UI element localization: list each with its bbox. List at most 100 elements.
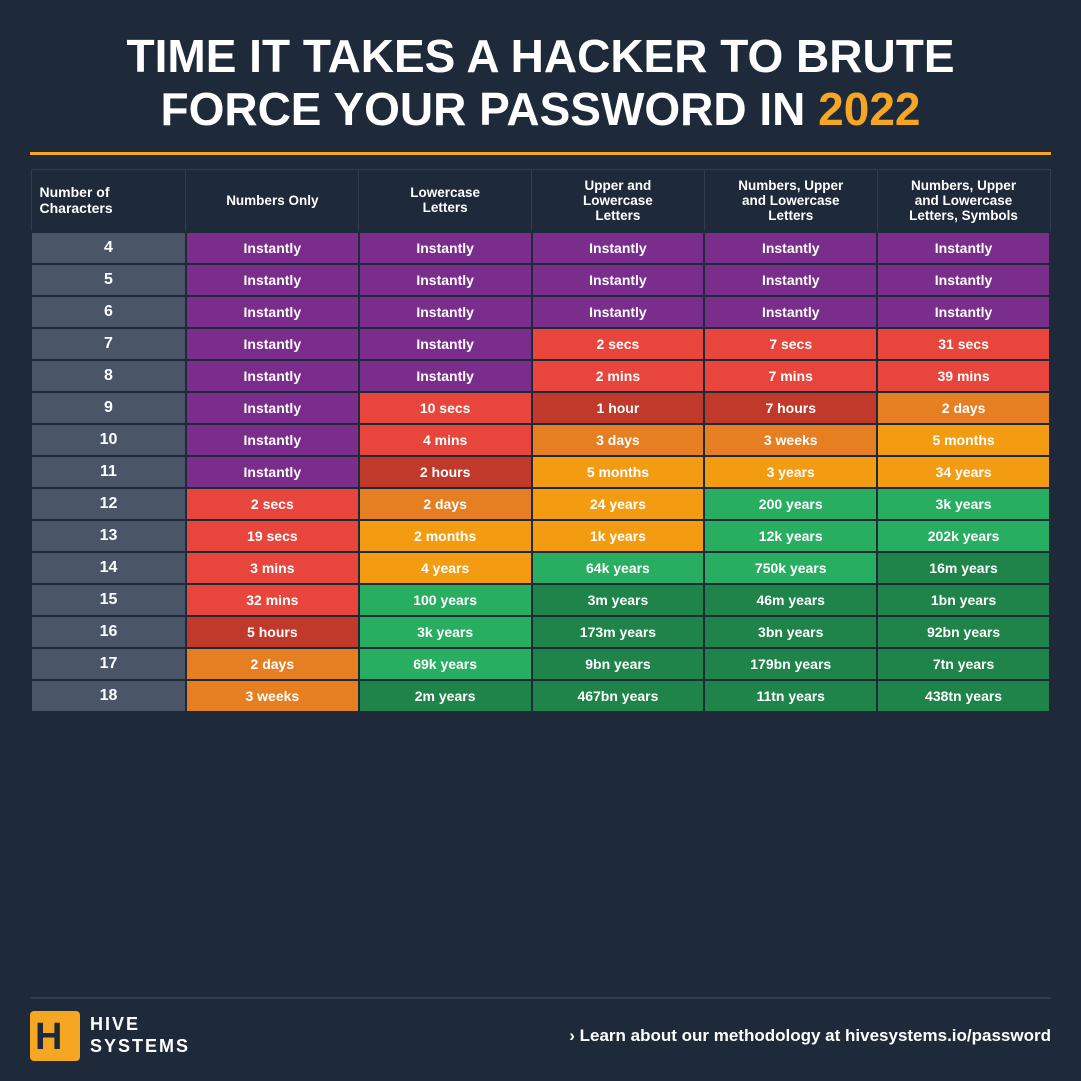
data-cell: Instantly (186, 232, 359, 264)
data-cell: 2 days (877, 392, 1050, 424)
data-cell: 3m years (532, 584, 705, 616)
data-cell: 2 days (186, 648, 359, 680)
data-cell: Instantly (359, 296, 532, 328)
data-cell: 3bn years (704, 616, 877, 648)
data-cell: 4 mins (359, 424, 532, 456)
data-cell: 31 secs (877, 328, 1050, 360)
char-cell: 5 (31, 264, 186, 296)
data-cell: 2 secs (186, 488, 359, 520)
data-cell: 1k years (532, 520, 705, 552)
data-cell: 3k years (359, 616, 532, 648)
title-underline (30, 152, 1051, 155)
data-cell: 3 years (704, 456, 877, 488)
char-cell: 12 (31, 488, 186, 520)
data-cell: 4 years (359, 552, 532, 584)
char-cell: 15 (31, 584, 186, 616)
data-cell: 200 years (704, 488, 877, 520)
footer-link: › Learn about our methodology at hivesys… (569, 1026, 1051, 1046)
data-cell: Instantly (186, 424, 359, 456)
char-cell: 4 (31, 232, 186, 264)
data-cell: 1 hour (532, 392, 705, 424)
data-cell: Instantly (186, 392, 359, 424)
page-title: TIME IT TAKES A HACKER TO BRUTE FORCE YO… (30, 30, 1051, 136)
char-cell: 6 (31, 296, 186, 328)
col-header-lowercase: LowercaseLetters (359, 169, 532, 232)
data-cell: 2 secs (532, 328, 705, 360)
data-cell: 3 weeks (186, 680, 359, 712)
data-cell: 19 secs (186, 520, 359, 552)
char-cell: 17 (31, 648, 186, 680)
data-cell: 2 days (359, 488, 532, 520)
data-cell: 7 mins (704, 360, 877, 392)
data-cell: Instantly (532, 264, 705, 296)
data-cell: Instantly (532, 232, 705, 264)
data-cell: Instantly (359, 328, 532, 360)
data-cell: 2 hours (359, 456, 532, 488)
data-cell: 2 months (359, 520, 532, 552)
data-cell: 3 weeks (704, 424, 877, 456)
data-cell: 3k years (877, 488, 1050, 520)
data-cell: 7tn years (877, 648, 1050, 680)
col-header-num-upper-lower: Numbers, Upperand LowercaseLetters (704, 169, 877, 232)
col-header-upper-lower: Upper andLowercaseLetters (532, 169, 705, 232)
data-cell: 5 hours (186, 616, 359, 648)
data-cell: 69k years (359, 648, 532, 680)
data-cell: Instantly (186, 328, 359, 360)
data-cell: Instantly (877, 296, 1050, 328)
data-cell: 10 secs (359, 392, 532, 424)
data-cell: 2m years (359, 680, 532, 712)
data-cell: Instantly (877, 264, 1050, 296)
col-header-all: Numbers, Upperand LowercaseLetters, Symb… (877, 169, 1050, 232)
data-cell: Instantly (359, 264, 532, 296)
footer: H HIVE SYSTEMS › Learn about our methodo… (30, 997, 1051, 1061)
data-cell: 100 years (359, 584, 532, 616)
password-table: Number ofCharacters Numbers Only Lowerca… (30, 169, 1051, 713)
col-header-chars: Number ofCharacters (31, 169, 186, 232)
data-cell: Instantly (359, 232, 532, 264)
data-cell: 34 years (877, 456, 1050, 488)
data-cell: 64k years (532, 552, 705, 584)
data-cell: 5 months (532, 456, 705, 488)
data-cell: 11tn years (704, 680, 877, 712)
data-cell: 438tn years (877, 680, 1050, 712)
data-cell: 3 mins (186, 552, 359, 584)
table-wrapper: Number ofCharacters Numbers Only Lowerca… (30, 169, 1051, 989)
data-cell: 92bn years (877, 616, 1050, 648)
char-cell: 7 (31, 328, 186, 360)
data-cell: 39 mins (877, 360, 1050, 392)
data-cell: 46m years (704, 584, 877, 616)
data-cell: 173m years (532, 616, 705, 648)
char-cell: 18 (31, 680, 186, 712)
data-cell: Instantly (186, 360, 359, 392)
data-cell: Instantly (704, 232, 877, 264)
data-cell: 1bn years (877, 584, 1050, 616)
logo-text: HIVE SYSTEMS (90, 1014, 190, 1057)
svg-text:H: H (35, 1016, 62, 1058)
char-cell: 16 (31, 616, 186, 648)
data-cell: 5 months (877, 424, 1050, 456)
data-cell: 32 mins (186, 584, 359, 616)
data-cell: 3 days (532, 424, 705, 456)
data-cell: 179bn years (704, 648, 877, 680)
char-cell: 9 (31, 392, 186, 424)
data-cell: Instantly (186, 264, 359, 296)
char-cell: 13 (31, 520, 186, 552)
main-container: TIME IT TAKES A HACKER TO BRUTE FORCE YO… (0, 0, 1081, 1081)
char-cell: 11 (31, 456, 186, 488)
char-cell: 10 (31, 424, 186, 456)
data-cell: Instantly (704, 296, 877, 328)
data-cell: Instantly (186, 296, 359, 328)
col-header-numbers: Numbers Only (186, 169, 359, 232)
char-cell: 14 (31, 552, 186, 584)
data-cell: 750k years (704, 552, 877, 584)
data-cell: Instantly (532, 296, 705, 328)
data-cell: 467bn years (532, 680, 705, 712)
data-cell: 7 secs (704, 328, 877, 360)
data-cell: Instantly (704, 264, 877, 296)
logo: H HIVE SYSTEMS (30, 1011, 190, 1061)
hive-logo-icon: H (30, 1011, 80, 1061)
data-cell: Instantly (877, 232, 1050, 264)
data-cell: 12k years (704, 520, 877, 552)
data-cell: 2 mins (532, 360, 705, 392)
data-cell: Instantly (359, 360, 532, 392)
